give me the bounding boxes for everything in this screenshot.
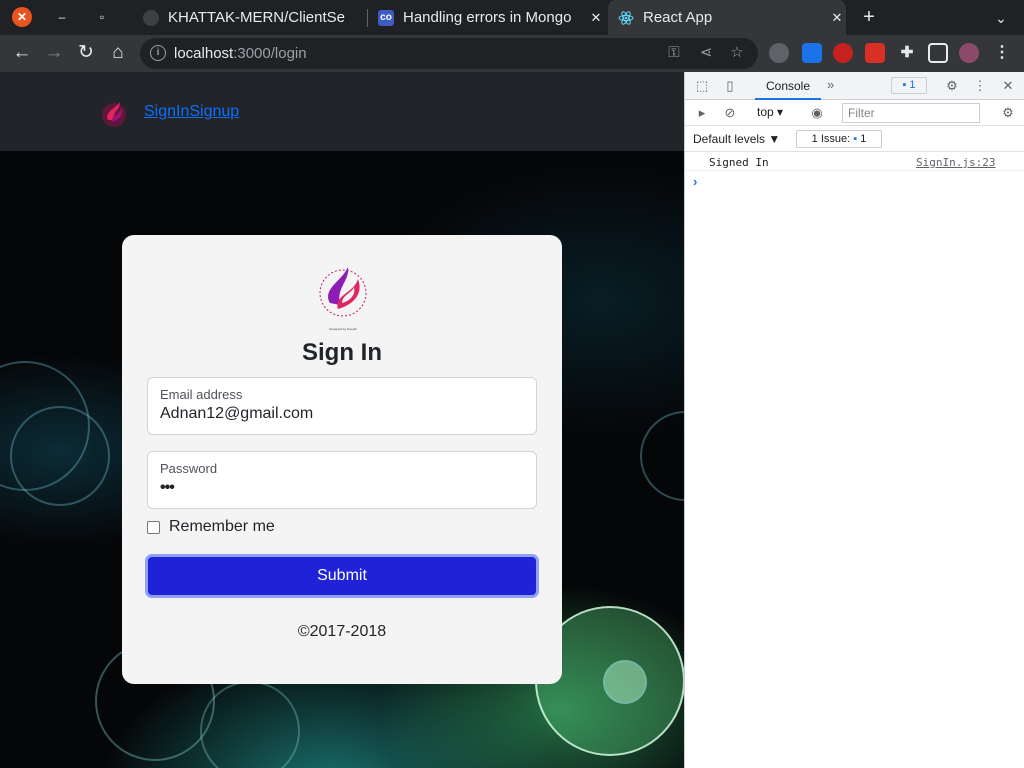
default-levels-dropdown[interactable]: Default levels ▼ [693, 132, 780, 146]
bokeh-circle [603, 660, 647, 704]
page-title: Sign In [302, 339, 382, 366]
tab-strip: ✕ – ▫ KHATTAK-MERN/ClientSe co Handling … [0, 0, 1024, 35]
tab-separator [367, 9, 368, 27]
ublock-icon[interactable] [833, 43, 853, 63]
eye-icon[interactable]: ◉ [808, 104, 826, 122]
bokeh-circle [10, 406, 110, 506]
password-input[interactable]: ••• [160, 479, 175, 497]
email-input[interactable]: Adnan12@gmail.com [160, 405, 313, 423]
close-icon[interactable]: ✕ [999, 77, 1017, 95]
tab-mongo-errors[interactable]: co Handling errors in Mongo ✕ [370, 0, 605, 35]
share-icon[interactable]: ⋖ [696, 43, 716, 63]
password-field[interactable]: Password ••• [147, 451, 537, 509]
puzzle-icon[interactable]: ✚ [897, 43, 917, 63]
react-icon [618, 10, 634, 26]
signin-card: Designed by Freepik Sign In Email addres… [122, 235, 562, 684]
brand-logo-icon [319, 267, 367, 317]
console-prompt[interactable]: › [693, 174, 697, 189]
avatar[interactable] [959, 43, 979, 63]
context-select[interactable]: top ▾ [757, 105, 783, 119]
email-label: Email address [160, 387, 243, 402]
address-bar[interactable]: i localhost:3000/login ⚿ ⋖ ☆ [140, 38, 758, 69]
extension-icon[interactable] [802, 43, 822, 63]
log-message: Signed In [709, 156, 769, 169]
close-icon[interactable]: ✕ [828, 10, 846, 26]
gear-icon[interactable]: ⚙ [999, 104, 1017, 122]
github-icon [143, 9, 159, 26]
chevron-down-icon[interactable]: ⌄ [990, 7, 1012, 29]
email-field[interactable]: Email address Adnan12@gmail.com [147, 377, 537, 435]
tab-react-app[interactable]: React App ✕ [608, 0, 846, 35]
sidebar-icon[interactable] [928, 43, 948, 63]
reload-icon[interactable]: ↻ [73, 40, 99, 66]
remember-checkbox[interactable] [147, 520, 160, 534]
gear-icon[interactable]: ⚙ [943, 77, 961, 95]
more-tabs-icon[interactable]: » [827, 77, 834, 92]
submit-button[interactable]: Submit [145, 554, 539, 598]
back-icon[interactable]: ← [9, 40, 35, 66]
sidebar-toggle-icon[interactable]: ▸ [693, 104, 711, 122]
close-icon[interactable]: ✕ [587, 10, 605, 26]
co-icon: co [378, 9, 394, 26]
console-log-row: Signed In SignIn.js:23 [685, 152, 1024, 171]
messages-count: 1 [909, 79, 916, 91]
menu-icon[interactable]: ⋮ [992, 43, 1012, 63]
context-value: top [757, 105, 774, 119]
info-icon[interactable]: i [150, 45, 166, 61]
console-toolbar: ▸ ⊘ top ▾ ◉ Filter ⚙ [685, 100, 1024, 126]
password-label: Password [160, 461, 218, 476]
window-minimize-icon[interactable]: – [52, 7, 72, 27]
tab-title: React App [643, 9, 713, 26]
issues-label: 1 Issue: [811, 133, 851, 145]
browser-toolbar: ← → ↻ ⌂ i localhost:3000/login ⚿ ⋖ ☆ ✚ ⋮ [0, 35, 1024, 72]
tab-title: KHATTAK-MERN/ClientSe [168, 9, 345, 26]
messages-badge[interactable]: ▪ 1 [891, 77, 927, 94]
inspect-icon[interactable]: ⬚ [693, 77, 711, 95]
devtools-panel: ⬚ ▯ Console » ▪ 1 ⚙ ⋮ ✕ ▸ ⊘ top ▾ ◉ Filt… [684, 72, 1024, 768]
tab-title: Handling errors in Mongo [403, 9, 572, 26]
more-icon[interactable]: ⋮ [971, 77, 989, 95]
new-tab-button[interactable]: + [858, 6, 880, 28]
page-viewport: SignInSignup Designed by Freepik Sign In… [0, 72, 684, 768]
bokeh-circle [200, 681, 300, 768]
browser-window: ✕ – ▫ KHATTAK-MERN/ClientSe co Handling … [0, 0, 1024, 768]
url-text[interactable]: localhost:3000/login [174, 45, 307, 62]
signin-signup-link[interactable]: SignInSignup [144, 103, 239, 121]
brand-logo-icon[interactable] [98, 98, 130, 130]
device-toggle-icon[interactable]: ▯ [721, 77, 739, 95]
extension-icon[interactable] [865, 43, 885, 63]
url-path: :3000/login [233, 45, 307, 62]
extension-icon[interactable] [769, 43, 789, 63]
url-host: localhost [174, 45, 234, 62]
tab-console[interactable]: Console [755, 72, 821, 100]
remember-me[interactable]: Remember me [147, 518, 275, 536]
window-maximize-icon[interactable]: ▫ [92, 7, 112, 27]
bokeh-circle [640, 411, 684, 501]
tab-github[interactable]: KHATTAK-MERN/ClientSe [135, 0, 365, 35]
issues-button[interactable]: 1 Issue: ▪ 1 [796, 130, 882, 148]
site-navbar: SignInSignup [0, 72, 684, 151]
window-close-icon[interactable]: ✕ [12, 7, 32, 27]
forward-icon[interactable]: → [41, 40, 67, 66]
console-levels-bar: Default levels ▼ 1 Issue: ▪ 1 [685, 126, 1024, 152]
key-icon[interactable]: ⚿ [664, 43, 684, 63]
issues-icon: ▪ [853, 133, 858, 145]
star-icon[interactable]: ☆ [727, 43, 747, 63]
log-source-link[interactable]: SignIn.js:23 [916, 156, 995, 169]
remember-label: Remember me [169, 518, 275, 535]
logo-caption: Designed by Freepik [329, 327, 357, 331]
clear-console-icon[interactable]: ⊘ [721, 104, 739, 122]
copyright-text: ©2017-2018 [297, 623, 387, 640]
devtools-tabbar: ⬚ ▯ Console » ▪ 1 ⚙ ⋮ ✕ [685, 72, 1024, 100]
home-icon[interactable]: ⌂ [105, 40, 131, 66]
filter-input[interactable]: Filter [842, 103, 980, 123]
issues-count: 1 [860, 133, 867, 145]
